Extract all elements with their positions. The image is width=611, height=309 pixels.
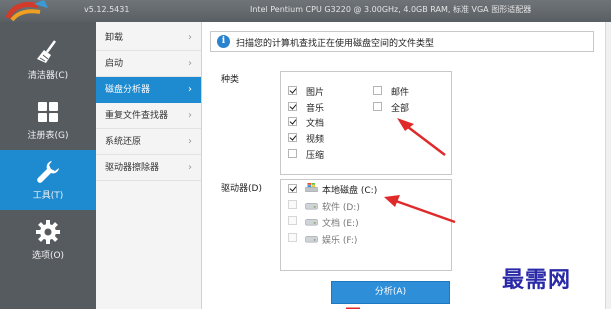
watermark-text: 最需网 [502, 267, 572, 293]
drive-e-label: 文档 (E:) [322, 219, 359, 229]
category-email-checkbox[interactable] [373, 86, 382, 95]
sidebar-item-registry[interactable]: 注册表(G) [0, 90, 96, 150]
chevron-right-icon: › [188, 32, 192, 43]
category-music-checkbox[interactable] [288, 102, 297, 111]
sidebar-item-label: 工具(T) [32, 191, 64, 201]
sidebar-item-options[interactable]: 选项(O) [0, 210, 96, 270]
drive-e-checkbox[interactable] [288, 216, 297, 225]
wrench-icon [37, 161, 59, 183]
subnav-item-disk-analyzer[interactable]: 磁盘分析器 › [96, 77, 201, 103]
info-icon: i [217, 35, 230, 48]
category-all-checkbox[interactable] [373, 102, 382, 111]
drive-c-label: 本地磁盘 (C:) [322, 186, 378, 196]
grid-icon [38, 102, 58, 122]
info-text: 扫描您的计算机查找正在使用磁盘空间的文件类型 [236, 39, 435, 49]
windows-drive-icon [305, 183, 318, 192]
subnav-item-label: 重复文件查找器 [105, 111, 169, 121]
drive-f-checkbox[interactable] [288, 233, 297, 242]
sidebar-item-label: 注册表(G) [27, 131, 69, 141]
category-pictures-label: 图片 [306, 88, 325, 98]
subnav-item-label: 磁盘分析器 [105, 85, 151, 95]
chevron-right-icon: › [188, 58, 192, 69]
drives-label: 驱动器(D) [221, 184, 262, 194]
subnav-item-startup[interactable]: 启动 › [96, 51, 201, 77]
subnav-item-system-restore[interactable]: 系统还原 › [96, 129, 201, 155]
ccleaner-logo [5, 0, 48, 22]
main-sidebar: 清洁器(C) 注册表(G) 工具(T) 选项(O) [0, 22, 96, 309]
subnav-item-label: 卸载 [105, 33, 124, 43]
category-all-label: 全部 [391, 104, 410, 114]
system-info-text: Intel Pentium CPU G3220 @ 3.00GHz, 4.0GB… [250, 5, 532, 14]
category-documents-checkbox[interactable] [288, 117, 297, 126]
category-email-label: 邮件 [391, 88, 410, 98]
drive-f-label: 娱乐 (F:) [322, 236, 358, 246]
chevron-right-icon: › [188, 110, 192, 121]
category-video-label: 视频 [306, 135, 325, 145]
category-music-label: 音乐 [306, 104, 325, 114]
sidebar-item-label: 选项(O) [31, 251, 65, 261]
drive-d-label: 软件 (D:) [322, 203, 360, 213]
chevron-right-icon: › [188, 136, 192, 147]
categories-label: 种类 [221, 75, 240, 85]
chevron-right-icon: › [188, 84, 192, 95]
category-compressed-label: 压缩 [306, 151, 325, 161]
drive-icon [305, 236, 318, 243]
chevron-right-icon: › [188, 162, 192, 173]
sidebar-item-cleaner[interactable]: 清洁器(C) [0, 30, 96, 90]
category-compressed-checkbox[interactable] [288, 149, 297, 158]
gear-icon [36, 220, 60, 244]
tools-subnav: 卸载 › 启动 › 磁盘分析器 › 重复文件查找器 › 系统还原 › 驱动器擦除… [96, 22, 202, 309]
broom-icon [37, 40, 57, 63]
subnav-item-label: 启动 [105, 59, 124, 69]
drive-icon [305, 203, 318, 210]
sidebar-item-label: 清洁器(C) [27, 71, 69, 81]
subnav-item-drive-wiper[interactable]: 驱动器擦除器 › [96, 155, 201, 181]
category-documents-label: 文档 [306, 119, 325, 129]
drive-icon [305, 219, 318, 226]
window-right-edge [605, 22, 611, 309]
category-video-checkbox[interactable] [288, 133, 297, 142]
sidebar-item-tools[interactable]: 工具(T) [0, 150, 96, 210]
drive-d-checkbox[interactable] [288, 200, 297, 209]
version-text: v5.12.5431 [84, 5, 130, 14]
info-bar: i 扫描您的计算机查找正在使用磁盘空间的文件类型 [210, 31, 594, 52]
category-pictures-checkbox[interactable] [288, 86, 297, 95]
subnav-item-label: 驱动器擦除器 [105, 163, 160, 173]
subnav-item-label: 系统还原 [105, 137, 142, 147]
title-bar: v5.12.5431 Intel Pentium CPU G3220 @ 3.0… [0, 0, 611, 22]
drive-c-checkbox[interactable] [288, 184, 297, 193]
subnav-item-duplicate-finder[interactable]: 重复文件查找器 › [96, 103, 201, 129]
analyze-button[interactable]: 分析(A) [331, 281, 450, 304]
subnav-item-uninstall[interactable]: 卸载 › [96, 25, 201, 51]
